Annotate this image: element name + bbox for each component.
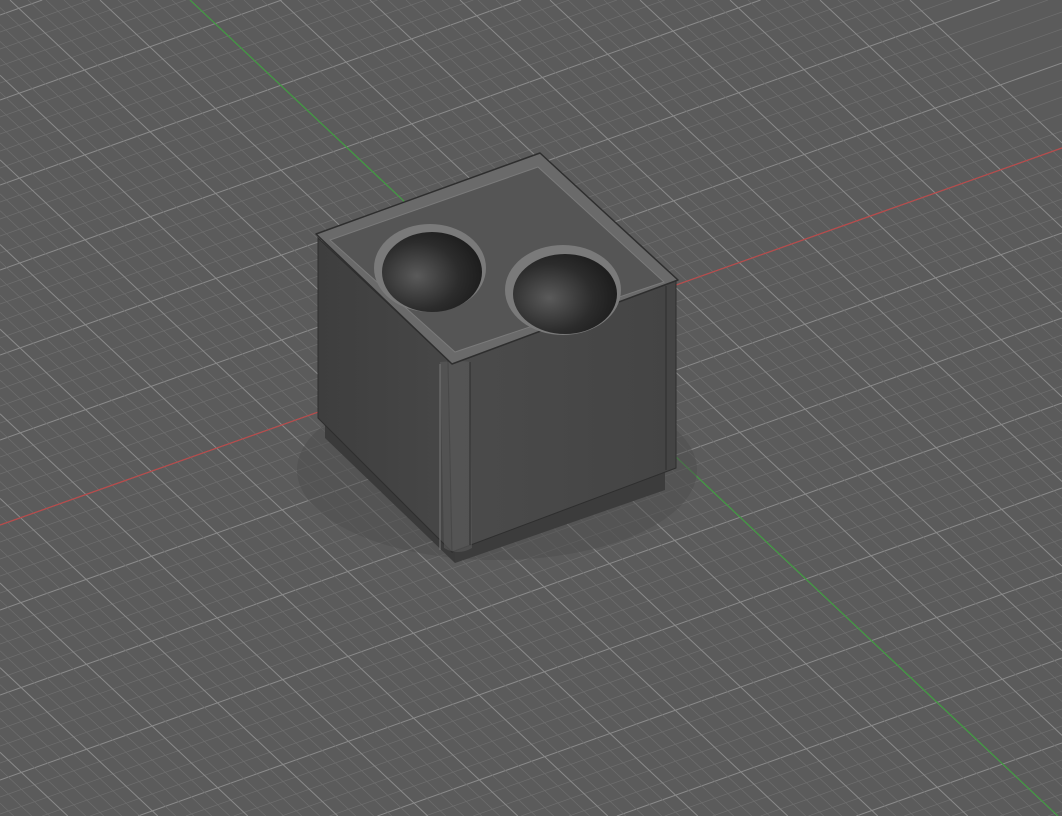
- grid-line: [0, 0, 474, 169]
- corner-fillet: [440, 361, 472, 552]
- grid-line: [521, 623, 1062, 816]
- grid-line: [639, 0, 1062, 398]
- grid-line: [657, 0, 1062, 381]
- grid-line: [0, 0, 570, 203]
- grid-line: [765, 0, 1062, 279]
- grid-line: [568, 640, 1062, 816]
- grid-line: [0, 650, 176, 816]
- grid-line: [711, 0, 1062, 330]
- grid-line: [425, 589, 1062, 816]
- grid-line: [904, 759, 1062, 816]
- grid-line: [0, 481, 356, 816]
- grid-line: [0, 515, 320, 816]
- grid-line: [621, 0, 1062, 415]
- grid-line: [0, 582, 249, 816]
- grid-line: [0, 0, 282, 101]
- grid-line: [837, 0, 1062, 211]
- hole-left[interactable]: [374, 224, 486, 312]
- grid-line: [0, 548, 284, 816]
- hole-right[interactable]: [505, 245, 621, 335]
- grid-line: [783, 0, 1062, 262]
- grid-line: [0, 0, 330, 118]
- grid-line: [693, 0, 1062, 347]
- grid-line: [473, 606, 1062, 816]
- viewport-canvas[interactable]: [0, 0, 1062, 816]
- grid-line: [0, 531, 302, 816]
- grid-line: [0, 701, 122, 816]
- grid-line: [185, 504, 1062, 816]
- grid-line: [0, 599, 230, 816]
- grid-line: [873, 0, 1062, 178]
- grid-line: [0, 785, 32, 816]
- grid-line: [0, 565, 266, 816]
- grid-line: [0, 667, 159, 816]
- grid-line: [0, 0, 234, 84]
- model-body[interactable]: [297, 152, 697, 563]
- grid-line: [819, 0, 1062, 228]
- grid-line: [329, 555, 1062, 816]
- grid-line: [801, 0, 1062, 245]
- 3d-viewport[interactable]: [0, 0, 1062, 816]
- grid-line: [999, 793, 1062, 816]
- grid-line: [0, 0, 426, 152]
- grid-line: [0, 498, 339, 816]
- grid-line: [0, 464, 374, 816]
- grid-line: [0, 0, 522, 186]
- grid-line: [0, 751, 69, 816]
- grid-line: [0, 0, 378, 135]
- grid-line: [616, 657, 1062, 816]
